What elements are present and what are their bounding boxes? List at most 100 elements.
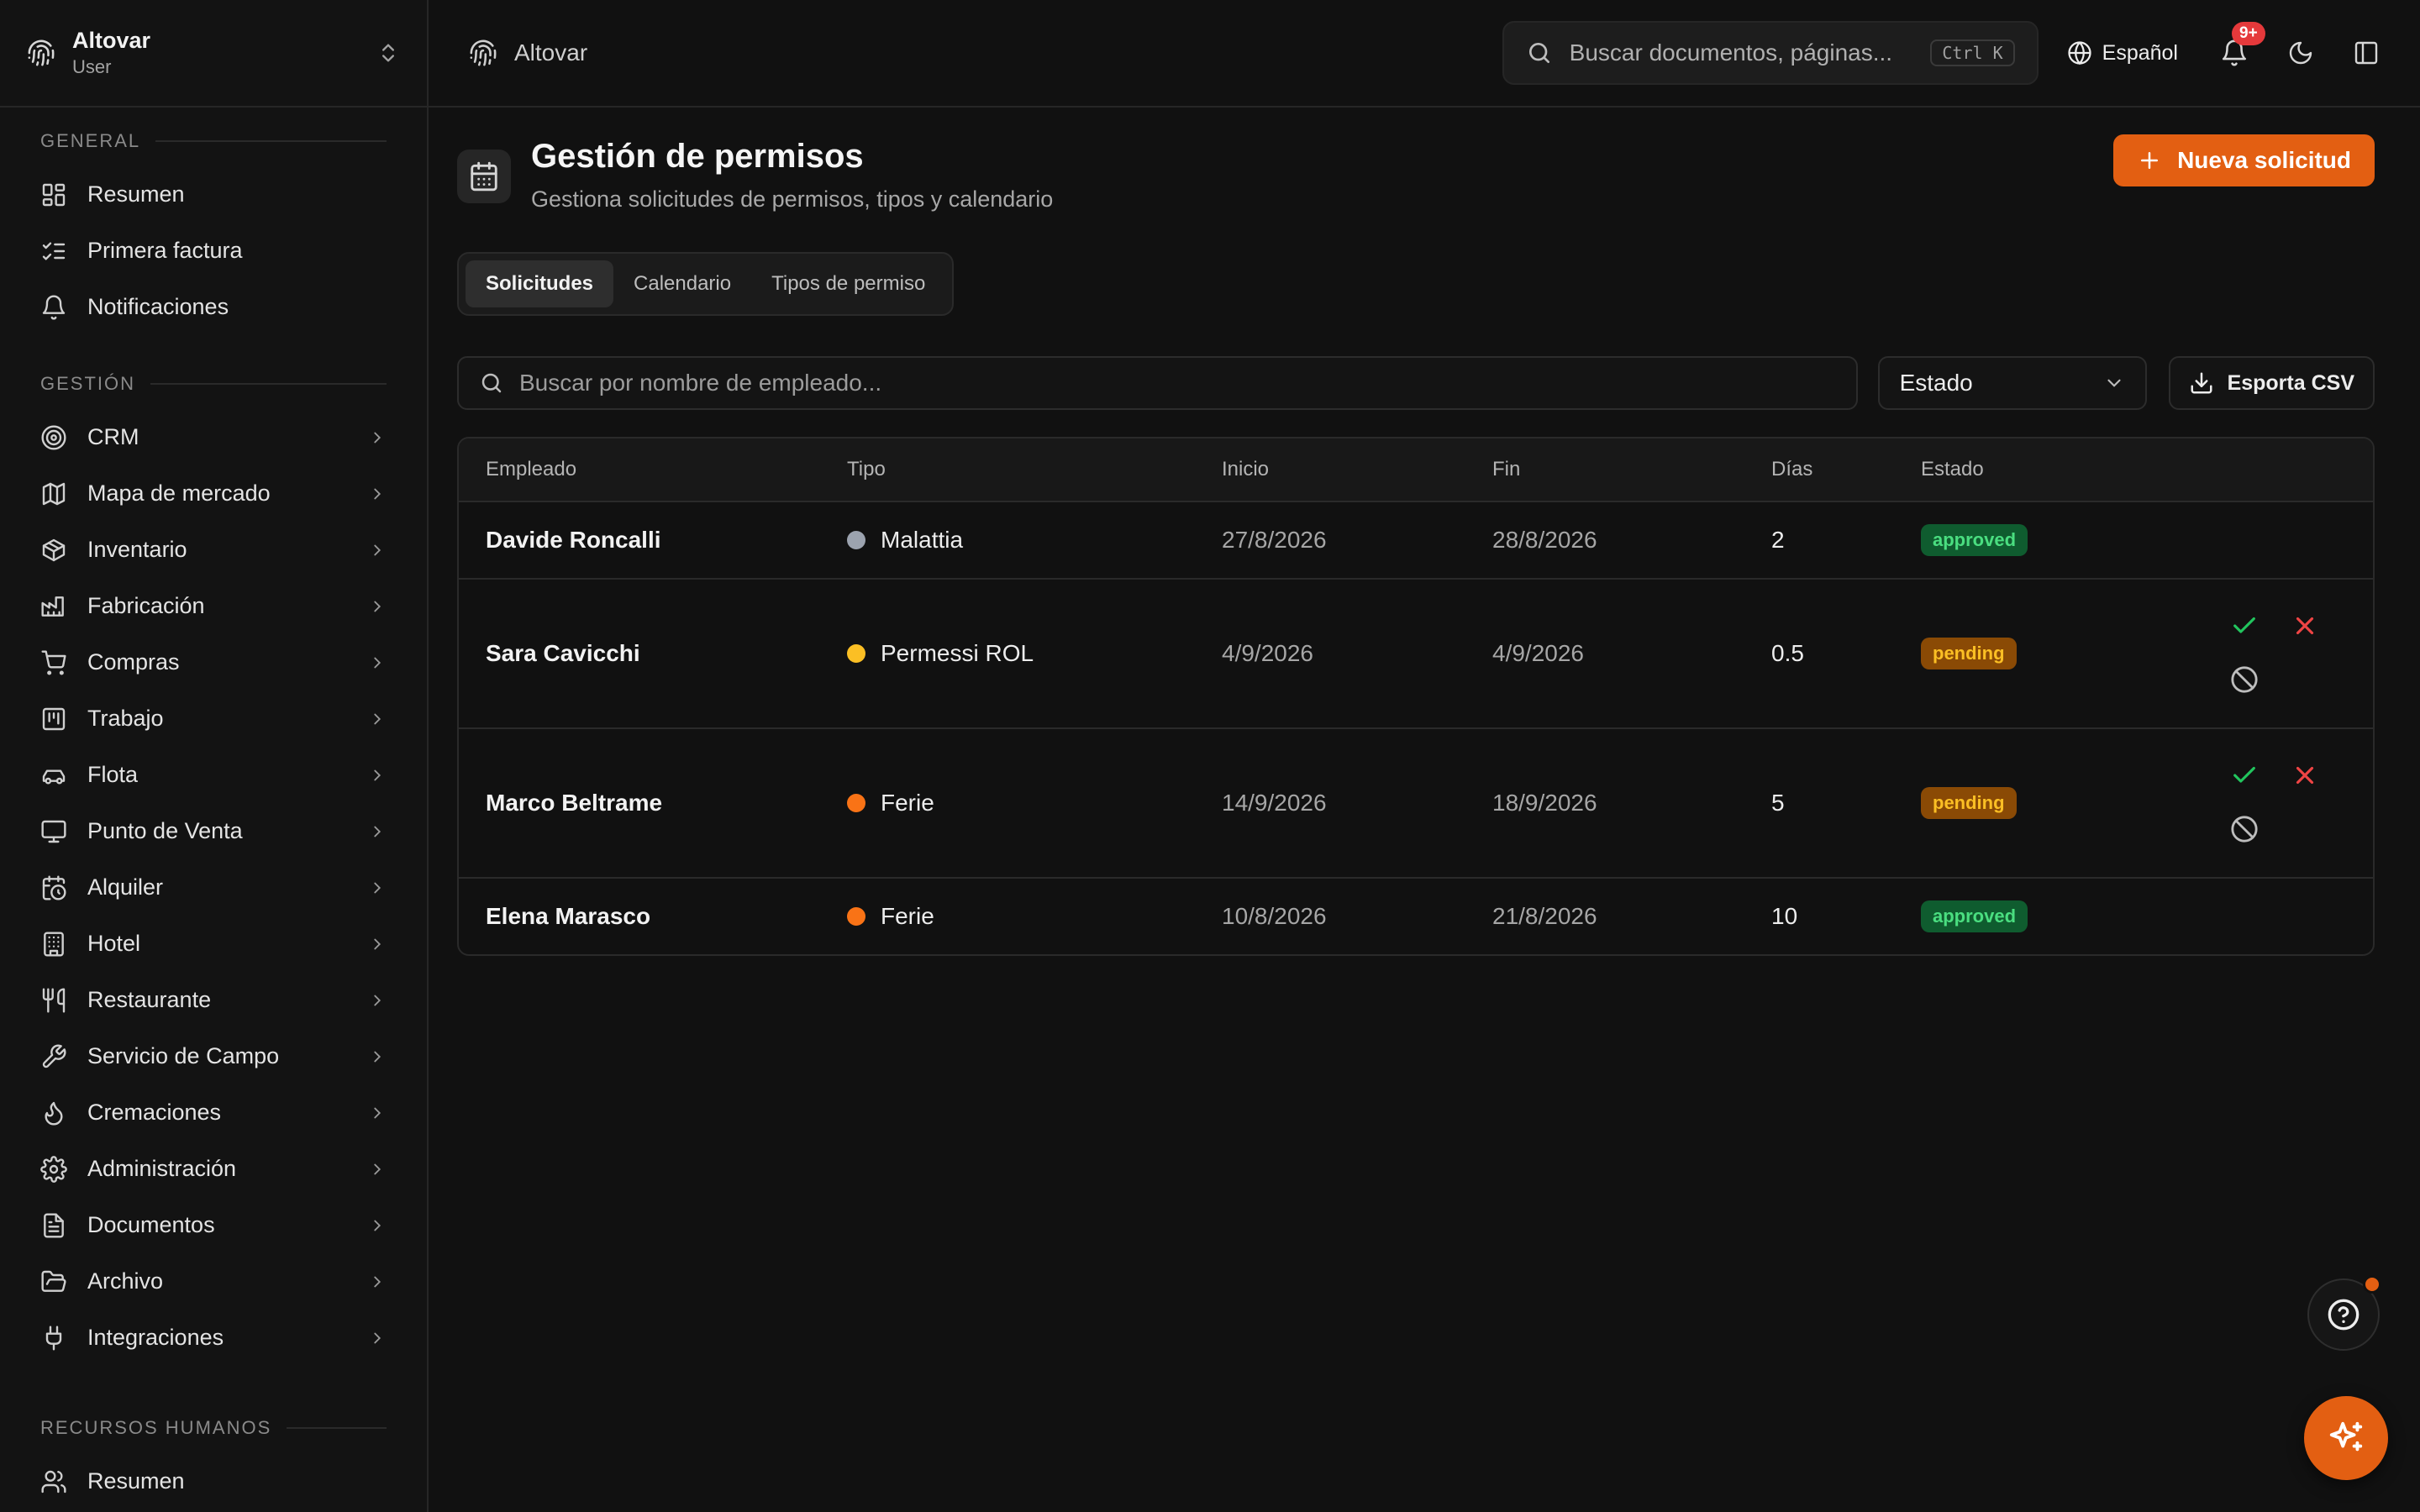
sidebar-item-label: Cremaciones [87,1100,222,1125]
end-date: 4/9/2026 [1492,640,1584,666]
topbar: Altovar Buscar documentos, páginas... Ct… [429,0,2420,108]
sidebar-section-label: RECURSOS HUMANOS [40,1413,387,1443]
factory-icon [41,596,64,617]
export-csv-button[interactable]: Esporta CSV [2168,356,2375,410]
tab-solicitudes[interactable]: Solicitudes [466,260,614,307]
sidebar-item-cremaciones[interactable]: Cremaciones [40,1084,387,1141]
calendar-icon [457,150,511,203]
days-count: 10 [1771,903,1798,929]
sidebar-item-alquiler[interactable]: Alquiler [40,859,387,916]
sidebar-item-mapa-de-mercado[interactable]: Mapa de mercado [40,465,387,522]
filter-bar: Buscar por nombre de empleado... Estado … [457,356,2375,410]
reject-icon[interactable] [2291,612,2319,640]
sidebar-item-restaurante[interactable]: Restaurante [40,972,387,1028]
global-search[interactable]: Buscar documentos, páginas... Ctrl K [1502,21,2039,85]
breadcrumb[interactable]: Altovar [469,39,587,67]
sidebar-item-hotel[interactable]: Hotel [40,916,387,972]
sidebar-item-label: CRM [87,424,139,449]
section-divider [155,140,387,142]
sparkles-icon [2329,1421,2363,1452]
sidebar-item-punto-de-venta[interactable]: Punto de Venta [40,803,387,859]
end-date: 21/8/2026 [1492,903,1597,929]
column-header: Estado [1921,458,1984,480]
start-date: 10/8/2026 [1222,903,1327,929]
sidebar-item-integraciones[interactable]: Integraciones [40,1310,387,1366]
sidebar-item-primera-factura[interactable]: Primera factura [40,223,387,279]
sidebar-item-trabajo[interactable]: Trabajo [40,690,387,747]
status-select-value: Estado [1899,370,1973,396]
new-request-label: Nueva solicitud [2177,147,2351,173]
tab-calendario[interactable]: Calendario [613,260,751,307]
sidebar-item-label: Inventario [87,537,187,562]
sidebar-item-crm[interactable]: CRM [40,409,387,465]
download-icon [2191,372,2212,394]
reject-icon[interactable] [2291,761,2319,790]
new-request-button[interactable]: Nueva solicitud [2113,134,2375,186]
sidebar-item-documentos[interactable]: Documentos [40,1197,387,1253]
kanban-icon [42,707,66,730]
language-selector[interactable]: Español [2067,40,2178,66]
section-divider [287,1427,387,1429]
workspace-role: User [72,56,112,77]
chevron-right-icon [374,1107,381,1118]
start-date: 14/9/2026 [1222,790,1327,816]
leave-type-dot [847,794,865,812]
chevron-right-icon [374,1220,381,1231]
panel-left-icon[interactable] [2353,39,2380,66]
tab-tipos-de-permiso[interactable]: Tipos de permiso [751,260,945,307]
chevron-right-icon [374,1051,381,1062]
notifications-button[interactable]: 9+ [2220,22,2265,67]
chevron-right-icon [374,713,381,724]
sidebar-item-resumen[interactable]: Resumen [40,166,387,223]
sidebar-item-label: Mapa de mercado [87,480,271,506]
table-row[interactable]: Marco Beltrame Ferie 14/9/2026 18/9/2026 5 pe… [459,727,2373,877]
sidebar-item-label: Administración [87,1156,237,1181]
sidebar-item-label: Trabajo [87,706,164,731]
chevron-right-icon [374,882,381,893]
sidebar-item-fabricacion[interactable]: Fabricación [40,578,387,634]
cancel-icon[interactable] [2230,815,2259,843]
start-date: 4/9/2026 [1222,640,1313,666]
employee-search-input[interactable]: Buscar por nombre de empleado... [457,356,1858,410]
cancel-icon[interactable] [2230,665,2259,694]
leave-requests-table: Empleado Tipo Inicio Fin Días Estado Dav… [457,437,2375,956]
row-actions [2218,580,2373,727]
table-row[interactable]: Elena Marasco Ferie 10/8/2026 21/8/2026 10 ap… [459,877,2373,954]
sidebar-item-inventario[interactable]: Inventario [40,522,387,578]
notification-badge: 9+ [2232,22,2265,45]
table-row[interactable]: Sara Cavicchi Permessi ROL 4/9/2026 4/9/202… [459,578,2373,727]
main-content: Gestión de permisos Gestiona solicitudes… [429,109,2420,1512]
days-count: 5 [1771,790,1785,816]
sidebar-section: RECURSOS HUMANOSResumenMi HR [0,1413,427,1512]
approve-icon[interactable] [2230,761,2259,790]
sidebar-item-archivo[interactable]: Archivo [40,1253,387,1310]
chevrons-up-down-icon [382,44,394,62]
workspace-switcher[interactable]: Altovar User [0,0,427,108]
sidebar-item-compras[interactable]: Compras [40,634,387,690]
sidebar-item-flota[interactable]: Flota [40,747,387,803]
section-label-text: GENERAL [40,130,141,151]
chevron-right-icon [374,488,381,499]
sidebar-item-label: Integraciones [87,1325,224,1350]
table-row[interactable]: Davide Roncalli Malattia 27/8/2026 28/8/202… [459,501,2373,578]
moon-icon[interactable] [2287,39,2314,66]
employee-name: Davide Roncalli [486,527,661,553]
sidebar-item-label: Resumen [87,181,185,207]
table-header: Empleado Tipo Inicio Fin Días Estado [459,438,2373,501]
sidebar-item-administracion[interactable]: Administración [40,1141,387,1197]
sidebar-item-notificaciones[interactable]: Notificaciones [40,279,387,335]
status-select[interactable]: Estado [1877,356,2147,410]
sidebar-item-servicio-de-campo[interactable]: Servicio de Campo [40,1028,387,1084]
approve-icon[interactable] [2230,612,2259,640]
sidebar-item-resumen[interactable]: Resumen [40,1453,387,1509]
chevron-right-icon [374,995,381,1005]
chevron-right-icon [374,826,381,837]
sidebar-item-label: Restaurante [87,987,212,1012]
column-header: Fin [1492,458,1521,480]
sidebar-item-label: Documentos [87,1212,215,1237]
sidebar-item-label: Resumen [87,1468,185,1494]
status-cell: approved [1921,900,2218,932]
tab-bar: Solicitudes Calendario Tipos de permiso [457,252,955,316]
leave-type: Malattia [847,527,1222,554]
ai-assistant-button[interactable] [2304,1396,2388,1480]
